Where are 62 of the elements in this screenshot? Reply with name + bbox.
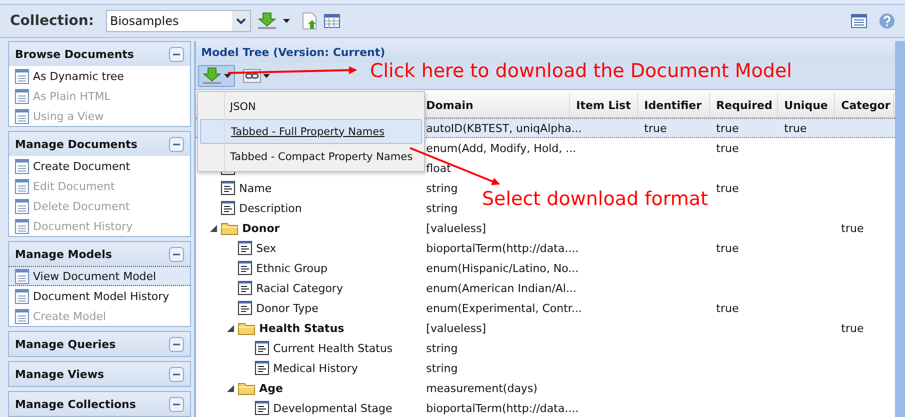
table-cell: [valueless]: [426, 222, 486, 234]
table-cell: true: [716, 182, 739, 194]
panel-title: Model Tree (Version: Current): [201, 46, 386, 58]
tree-node[interactable]: Ethnic Group: [256, 262, 328, 274]
section-title: Manage Collections: [15, 398, 136, 410]
table-cell: enum(Add, Modify, Hold, ...: [426, 142, 576, 154]
menu-item[interactable]: Tabbed - Compact Property Names: [200, 144, 422, 169]
column-header[interactable]: Identifier: [638, 93, 710, 117]
table-cell: enum(Experimental, Contr...: [426, 302, 582, 314]
table-cell: float: [426, 162, 451, 174]
table-cell: string: [426, 202, 458, 214]
menu-item[interactable]: Tabbed - Full Property Names: [200, 119, 422, 144]
section-header[interactable]: Browse Documents: [9, 42, 190, 66]
section-title: Manage Models: [15, 248, 112, 260]
table-cell: string: [426, 342, 458, 354]
sidebar-item[interactable]: View Document Model: [9, 266, 190, 286]
table-cell: string: [426, 362, 458, 374]
section-title: Manage Queries: [15, 338, 116, 350]
table-cell: true: [644, 122, 667, 134]
tree-node[interactable]: Name: [239, 182, 272, 194]
table-cell: autoID(KBTEST, uniqAlpha...: [426, 122, 582, 134]
tree-node[interactable]: Sex: [256, 242, 276, 254]
table-cell: bioportalTerm(http://data....: [426, 242, 579, 254]
section-header[interactable]: Manage Models: [9, 242, 190, 266]
table-cell: enum(American Indian/Al...: [426, 282, 576, 294]
table-cell: string: [426, 182, 458, 194]
column-header[interactable]: Item List: [570, 93, 638, 117]
table-cell: true: [716, 122, 739, 134]
annotation-text: Select download format: [482, 188, 708, 210]
column-header[interactable]: Categor: [835, 93, 894, 117]
table-cell: true: [716, 302, 739, 314]
table-cell: [valueless]: [426, 322, 486, 334]
menu-item[interactable]: JSON: [200, 94, 422, 119]
tree-node[interactable]: Current Health Status: [273, 342, 393, 354]
tree-node[interactable]: Racial Category: [256, 282, 343, 294]
table-cell: measurement(days): [426, 382, 538, 394]
section-header[interactable]: Manage Collections: [9, 392, 190, 416]
section-title: Browse Documents: [15, 48, 134, 60]
table-cell: true: [841, 222, 864, 234]
table-cell: true: [841, 322, 864, 334]
table-cell: bioportalTerm(http://data....: [426, 402, 579, 414]
table-cell: true: [716, 142, 739, 154]
tree-node[interactable]: Health Status: [259, 322, 344, 334]
tree-node[interactable]: Medical History: [273, 362, 358, 374]
tree-node[interactable]: Developmental Stage: [273, 402, 392, 414]
column-header[interactable]: Required: [710, 93, 778, 117]
table-cell: true: [784, 122, 807, 134]
section-title: Manage Views: [15, 368, 104, 380]
collection-label: Collection:: [10, 13, 94, 29]
section-header[interactable]: Manage Queries: [9, 332, 190, 356]
section-header[interactable]: Manage Documents: [9, 132, 190, 156]
tree-node[interactable]: Donor Type: [256, 302, 318, 314]
annotation-text: Click here to download the Document Model: [370, 60, 792, 82]
collection-dropdown[interactable]: Biosamples: [106, 10, 251, 32]
section-title: Manage Documents: [15, 138, 138, 150]
table-cell: true: [716, 242, 739, 254]
section-header[interactable]: Manage Views: [9, 362, 190, 386]
column-header[interactable]: Unique: [778, 93, 836, 117]
tree-node[interactable]: Description: [239, 202, 302, 214]
table-cell: enum(Hispanic/Latino, No...: [426, 262, 579, 274]
tree-node[interactable]: Age: [259, 382, 284, 394]
tree-node[interactable]: Donor: [242, 222, 280, 234]
